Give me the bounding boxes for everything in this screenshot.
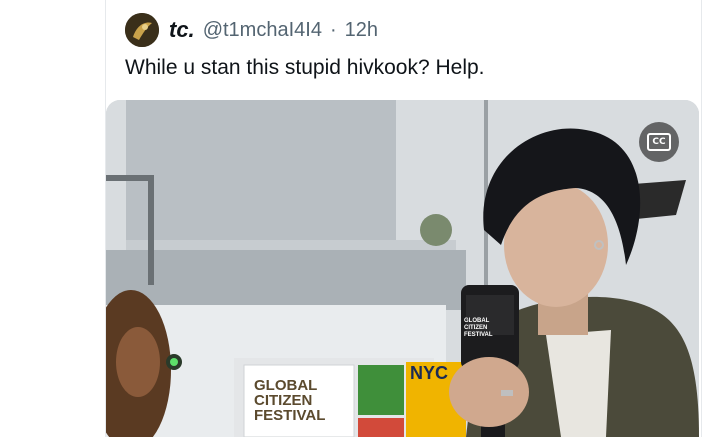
avatar[interactable] (125, 13, 159, 47)
tweet-header: tc. @t1mchaI4I4 · 12h (125, 12, 378, 48)
tweet-timestamp[interactable]: 12h (345, 19, 378, 42)
avatar-icon (125, 13, 159, 47)
banner-line-3: FESTIVAL (254, 407, 326, 424)
cc-icon: CC (647, 133, 671, 151)
tweet-text: While u stan this stupid hivkook? Help. (125, 56, 485, 79)
separator-dot: · (329, 18, 337, 41)
tweet-video[interactable]: GLOBAL CITIZEN FESTIVAL NYC GLOBAL CITIZ… (106, 100, 699, 437)
festival-banner: GLOBAL CITIZEN FESTIVAL (254, 378, 350, 423)
user-handle[interactable]: @t1mchaI4I4 (203, 19, 322, 42)
closed-captions-button[interactable]: CC (639, 122, 679, 162)
banner-line-2: CITIZEN (254, 392, 313, 409)
video-frame (106, 100, 699, 437)
display-name[interactable]: tc. (169, 17, 195, 43)
mic-flag-label: GLOBAL CITIZEN FESTIVAL (464, 318, 493, 338)
nyc-sign: NYC (410, 363, 449, 383)
banner-line-1: GLOBAL (254, 377, 318, 394)
